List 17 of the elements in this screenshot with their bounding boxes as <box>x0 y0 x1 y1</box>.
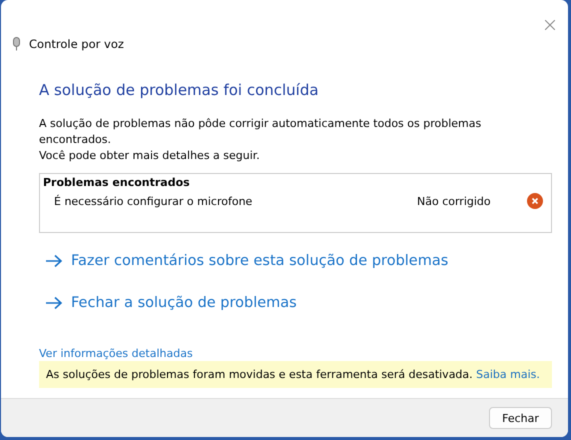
problem-status: Não corrigido <box>417 194 492 208</box>
problem-name: É necessário configurar o microfone <box>54 194 254 208</box>
notice-text: As soluções de problemas foram movidas e esta ferramenta será desativada. Saiba mais. <box>39 361 552 388</box>
details-link[interactable]: Ver informações detalhadas <box>39 347 193 360</box>
action-link[interactable]: Fazer comentários sobre esta solução de problemas <box>71 253 448 269</box>
panel-title: Problemas encontrados <box>43 176 191 189</box>
microphone-icon <box>13 37 20 51</box>
action-link[interactable]: Fechar a solução de problemas <box>71 295 297 311</box>
learn-more-link[interactable]: Saiba mais. <box>476 368 540 381</box>
arrow-icon <box>45 254 63 268</box>
close-icon[interactable] <box>545 20 555 30</box>
close-button[interactable]: Fechar <box>489 407 552 429</box>
window-title: Controle por voz <box>29 37 124 51</box>
description-text: A solução de problemas não pôde corrigir automaticamente todos os problemas encontrados. <box>39 116 482 148</box>
description-text: Você pode obter mais detalhes a seguir. <box>39 148 261 164</box>
arrow-icon <box>45 296 63 310</box>
heading: A solução de problemas foi concluída <box>39 81 320 99</box>
